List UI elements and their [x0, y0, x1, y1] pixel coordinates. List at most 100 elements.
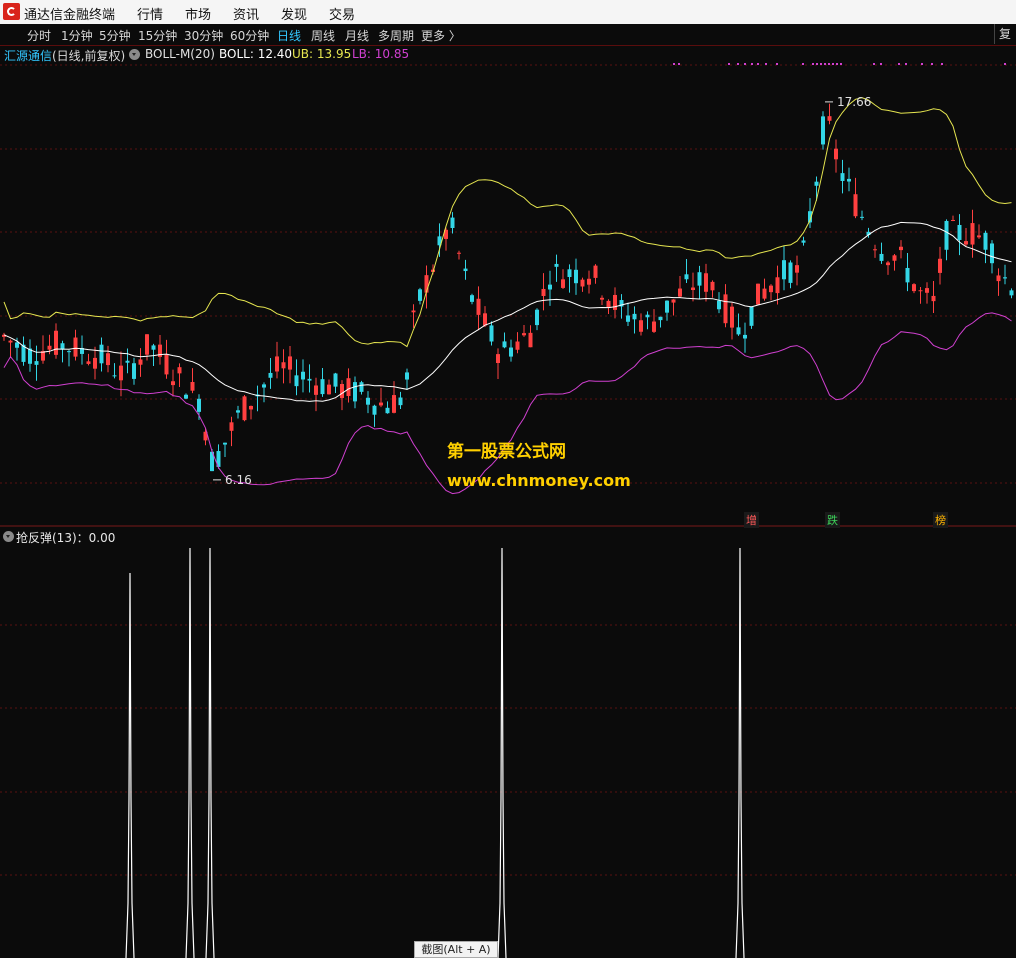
period-30min[interactable]: 30分钟 — [184, 27, 223, 44]
candle-body — [840, 173, 845, 181]
candle-body — [184, 394, 188, 399]
candle-body — [372, 405, 377, 415]
period-1min[interactable]: 1分钟 — [61, 27, 93, 44]
period-daily[interactable]: 日线 — [277, 27, 301, 44]
candle-body — [671, 299, 676, 303]
watermark-url: www.chnmoney.com — [447, 471, 631, 490]
signal-dot — [941, 63, 943, 65]
candle-body — [593, 265, 598, 278]
candle-body — [223, 442, 227, 445]
candle-body — [112, 375, 117, 377]
signal-dot — [1004, 63, 1006, 65]
candle-body — [34, 361, 39, 365]
candle-body — [723, 294, 728, 324]
candle-body — [99, 344, 104, 364]
signal-dot — [812, 63, 814, 65]
candle-body — [197, 398, 201, 412]
candle-body — [398, 397, 403, 406]
candle-body — [970, 223, 975, 245]
candle-body — [775, 277, 780, 294]
indicator-dropdown-icon[interactable] — [129, 49, 140, 60]
menu-quotes[interactable]: 行情 — [137, 4, 163, 23]
candle-body — [938, 258, 942, 273]
period-tick[interactable]: 分时 — [27, 27, 51, 44]
candle-body — [996, 275, 1001, 282]
lb-value: LB: 10.85 — [352, 47, 410, 61]
subchart-dropdown-icon[interactable] — [3, 531, 14, 542]
candle-body — [795, 265, 799, 273]
signal-dot — [776, 63, 778, 65]
candle-body — [977, 235, 981, 238]
candle-body — [639, 320, 643, 332]
candle-body — [177, 367, 182, 374]
stock-name[interactable]: 汇源通信 — [4, 47, 52, 64]
period-15min[interactable]: 15分钟 — [138, 27, 177, 44]
signal-dot — [880, 63, 882, 65]
candle-body — [632, 313, 637, 320]
candle-body — [15, 342, 19, 348]
candle-body — [873, 249, 877, 251]
candle-body — [450, 217, 455, 228]
candle-body — [1003, 277, 1007, 279]
candle-body — [983, 232, 988, 250]
candle-body — [379, 402, 383, 406]
indicator-name[interactable]: BOLL-M(20) — [145, 47, 215, 61]
candle-body — [457, 252, 461, 254]
period-5min[interactable]: 5分钟 — [99, 27, 131, 44]
signal-dot — [898, 63, 900, 65]
menu-news[interactable]: 资讯 — [233, 4, 259, 23]
candle-body — [905, 267, 910, 283]
period-weekly[interactable]: 周线 — [311, 27, 335, 44]
period-multi[interactable]: 多周期 — [378, 27, 414, 44]
candle-body — [496, 354, 500, 364]
annotation-label: 6.16 — [225, 473, 252, 487]
candle-body — [73, 337, 78, 357]
candle-body — [171, 381, 175, 386]
period-monthly[interactable]: 月线 — [345, 27, 369, 44]
candle-body — [801, 240, 806, 243]
boll-lb-line — [3, 312, 1012, 495]
candle-body — [418, 289, 422, 301]
candle-body — [86, 361, 91, 364]
boll-mid-line — [3, 221, 1012, 402]
signal-dot — [744, 63, 746, 65]
candle-body — [164, 354, 169, 375]
candle-body — [288, 356, 292, 370]
candle-body — [580, 279, 585, 287]
candle-body — [892, 255, 897, 261]
candle-body — [756, 283, 760, 305]
candle-body — [489, 325, 494, 342]
candle-body — [717, 300, 721, 310]
candle-body — [548, 284, 552, 290]
candle-body — [67, 351, 71, 353]
tag-rank[interactable]: 榜 — [933, 512, 948, 528]
candle-body — [678, 288, 682, 297]
period-more[interactable]: 更多 〉 — [421, 27, 461, 44]
candle-body — [665, 300, 669, 313]
candle-body — [8, 340, 13, 343]
candle-body — [684, 274, 689, 280]
candle-body — [691, 287, 695, 291]
chart-area[interactable]: 17.66 6.16 — [0, 63, 1016, 958]
candle-body — [658, 316, 663, 321]
menu-market[interactable]: 市场 — [185, 4, 211, 23]
period-toolbar: 分时 1分钟 5分钟 15分钟 30分钟 60分钟 日线 周线 月线 多周期 更… — [0, 24, 1016, 46]
candle-body — [957, 224, 962, 240]
tag-fall[interactable]: 跌 — [825, 512, 840, 528]
menu-discover[interactable]: 发现 — [281, 4, 307, 23]
spike-line — [185, 547, 195, 958]
period-60min[interactable]: 60分钟 — [230, 27, 269, 44]
title-bar: 通达信金融终端 行情 市场 资讯 发现 交易 — [0, 0, 1016, 25]
candle-body — [138, 359, 143, 365]
candle-body — [385, 407, 390, 414]
menu-trade[interactable]: 交易 — [329, 4, 355, 23]
adjust-button[interactable]: 复权 — [994, 24, 1016, 44]
candle-body — [262, 384, 266, 388]
candle-body — [340, 384, 344, 399]
candle-body — [411, 310, 416, 313]
indicator-info-bar: 汇源通信 (日线,前复权) BOLL-M(20) BOLL: 12.40 UB:… — [0, 45, 1016, 63]
candle-body — [463, 268, 468, 272]
annotation-label: 17.66 — [837, 95, 871, 109]
tag-increase[interactable]: 增 — [744, 512, 759, 528]
signal-dot — [931, 63, 933, 65]
